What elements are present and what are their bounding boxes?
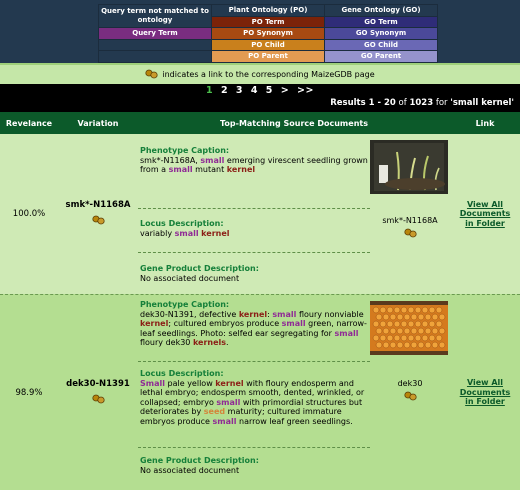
results-total: 1023: [409, 98, 434, 108]
next-page-link[interactable]: >: [281, 85, 289, 96]
link-cell: View All Documents in Folder: [450, 295, 520, 490]
results-query: 'small kernel': [450, 98, 514, 108]
phenotype-doc: Phenotype Caption: dek30-N1391, defectiv…: [138, 295, 370, 361]
locus-title: Locus Description:: [140, 369, 224, 378]
view-all-documents-link[interactable]: View All Documents in Folder: [456, 378, 514, 407]
last-page-link[interactable]: >>: [297, 85, 314, 96]
page-link-2[interactable]: 2: [221, 85, 228, 96]
legend-po-synonym: PO Synonym: [211, 27, 325, 40]
ontology-legend: Query term not matched to ontology Plant…: [98, 4, 438, 63]
col-relevance: Revelance: [5, 118, 53, 128]
results-of: of: [395, 98, 410, 108]
seedling-photo[interactable]: [370, 140, 448, 194]
legend-go-header: Gene Ontology (GO): [324, 4, 438, 17]
results-dash: -: [374, 98, 385, 108]
col-link: Link: [475, 118, 495, 128]
variation-name: dek30-N1391: [66, 378, 130, 389]
documents-cell: Phenotype Caption: dek30-N1391, defectiv…: [138, 295, 370, 490]
legend-po-header: Plant Ontology (PO): [211, 4, 325, 17]
results-summary: Results 1 - 20 of 1023 for 'small kernel…: [330, 98, 514, 108]
phenotype-title: Phenotype Caption:: [140, 300, 230, 309]
gene-product-text: No associated document: [140, 273, 240, 283]
results-column-header: Revelance Variation Top-Matching Source …: [0, 112, 520, 134]
pagination: 1 2 3 4 5 > >>: [0, 85, 520, 96]
locus-doc: Locus Description: variably small kernel: [138, 208, 370, 252]
legend-go-synonym: GO Synonym: [324, 27, 438, 40]
col-variation: Variation: [77, 118, 119, 128]
page-link-4[interactable]: 4: [251, 85, 258, 96]
locus-name: dek30: [397, 379, 423, 388]
phenotype-title: Phenotype Caption:: [140, 146, 230, 155]
locus-doc: Locus Description: Small pale yellow ker…: [138, 361, 370, 447]
phenotype-text: dek30-N1391, defective kernel: small flo…: [140, 309, 367, 348]
peanut-icon: [145, 69, 158, 81]
view-all-documents-link[interactable]: View All Documents in Folder: [456, 200, 514, 229]
result-row: 100.0% smk*-N1168A Phenotype Caption: sm…: [0, 134, 520, 294]
legend-po-child: PO Child: [211, 38, 325, 51]
locus-text: variably small kernel: [140, 228, 230, 238]
legend-empty: [98, 38, 212, 51]
legend-po-parent: PO Parent: [211, 50, 325, 63]
peanut-icon[interactable]: [403, 228, 417, 240]
results-prefix: Results: [330, 98, 369, 108]
maizegdb-note: indicates a link to the corresponding Ma…: [0, 63, 520, 84]
phenotype-doc: Phenotype Caption: smk*-N1168A, small em…: [138, 134, 370, 208]
page-link-current: 1: [206, 85, 214, 96]
page-link-5[interactable]: 5: [266, 85, 273, 96]
link-cell: View All Documents in Folder: [450, 134, 520, 294]
variation-name: smk*-N1168A: [65, 200, 131, 210]
legend-query-term: Query Term: [98, 27, 212, 40]
relevance-value: 98.9%: [15, 387, 43, 398]
relevance-value: 100.0%: [12, 209, 46, 219]
legend-po-term: PO Term: [211, 15, 325, 28]
phenotype-text: smk*-N1168A, small emerging virescent se…: [140, 155, 368, 175]
gene-product-title: Gene Product Description:: [140, 456, 259, 465]
page-link-3[interactable]: 3: [236, 85, 243, 96]
legend-go-child: GO Child: [324, 38, 438, 51]
locus-name: smk*-N1168A: [382, 216, 438, 225]
gene-product-text: No associated document: [140, 465, 240, 475]
pager-bar: 1 2 3 4 5 > >> Results 1 - 20 of 1023 fo…: [0, 84, 520, 112]
results-for: for: [433, 98, 451, 108]
locus-text: Small pale yellow kernel with floury end…: [140, 378, 365, 426]
result-row: 98.9% dek30-N1391 Phenotype Caption: dek…: [0, 294, 520, 490]
col-documents: Top-Matching Source Documents: [220, 118, 368, 128]
gene-product-title: Gene Product Description:: [140, 264, 259, 273]
documents-cell: Phenotype Caption: smk*-N1168A, small em…: [138, 134, 370, 294]
locus-title: Locus Description:: [140, 219, 224, 228]
locus-link: dek30: [370, 379, 450, 403]
legend-query-header: Query term not matched to ontology: [98, 4, 212, 28]
peanut-icon[interactable]: [91, 394, 105, 407]
corn-ear-photo[interactable]: [370, 301, 448, 355]
variation-cell: smk*-N1168A: [58, 134, 138, 294]
image-locus-cell: dek30: [370, 295, 450, 490]
gene-product-doc: Gene Product Description: No associated …: [138, 447, 370, 491]
results-to: 20: [384, 98, 396, 108]
peanut-icon[interactable]: [403, 391, 417, 403]
peanut-icon[interactable]: [91, 215, 105, 228]
locus-link: smk*-N1168A: [370, 216, 450, 240]
legend-go-parent: GO Parent: [324, 50, 438, 63]
gene-product-doc: Gene Product Description: No associated …: [138, 252, 370, 294]
page: Query term not matched to ontology Plant…: [0, 0, 520, 500]
legend-empty: [98, 50, 212, 63]
image-locus-cell: smk*-N1168A: [370, 134, 450, 294]
legend-go-term: GO Term: [324, 15, 438, 28]
legend-area: Query term not matched to ontology Plant…: [0, 0, 520, 63]
variation-cell: dek30-N1391: [58, 295, 138, 490]
maizegdb-note-text: indicates a link to the corresponding Ma…: [162, 70, 375, 79]
